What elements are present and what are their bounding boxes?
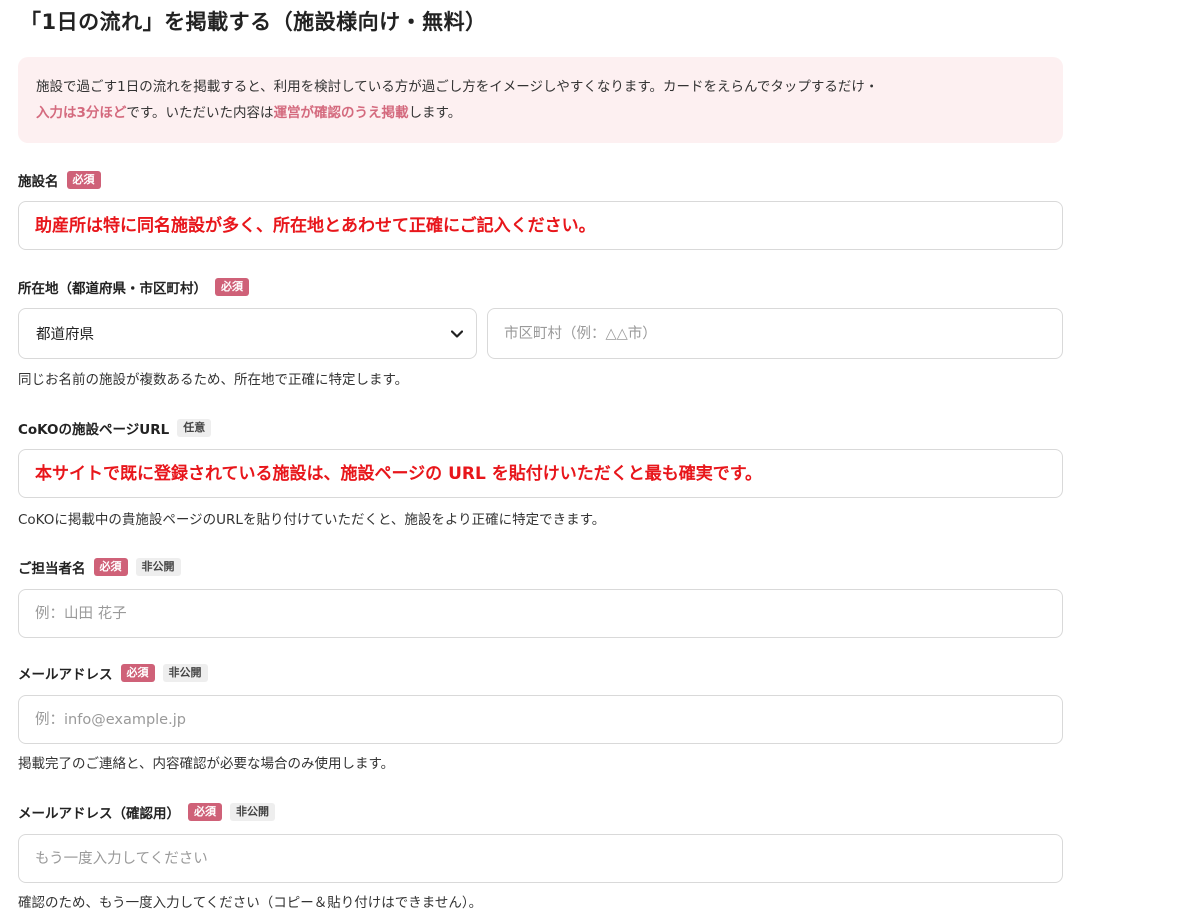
intro-text: 施設で過ごす1日の流れを掲載すると、利用を検討している方が過ごし方をイメージしや…: [36, 79, 879, 95]
facility-name-label: 施設名 必須: [18, 170, 101, 190]
location-help: 同じお名前の施設が複数あるため、所在地で正確に特定します。: [18, 372, 409, 388]
required-badge: 必須: [120, 664, 155, 682]
private-badge: 非公開: [162, 664, 208, 682]
coko-url-label: CoKOの施設ページURL 任意: [18, 418, 212, 438]
page-title: 「1日の流れ」を掲載する（施設様向け・無料）: [20, 10, 487, 34]
intro-text-mid: です。いただいた内容は: [126, 105, 274, 121]
email-confirm-label-text: メールアドレス（確認用）: [18, 806, 180, 822]
email-label-text: メールアドレス: [18, 667, 113, 683]
contact-name-input[interactable]: [18, 589, 1063, 638]
chevron-down-icon: [450, 327, 464, 341]
email-confirm-help: 確認のため、もう一度入力してください（コピー＆貼り付けはできません）。: [18, 895, 483, 911]
required-badge: 必須: [188, 803, 222, 821]
email-help: 掲載完了のご連絡と、内容確認が必要な場合のみ使用します。: [18, 756, 395, 772]
required-badge: 必須: [66, 171, 101, 189]
optional-badge: 任意: [177, 419, 212, 437]
email-label: メールアドレス 必須 非公開: [18, 663, 208, 683]
facility-name-input[interactable]: [18, 201, 1063, 250]
coko-url-label-text: CoKOの施設ページURL: [18, 422, 170, 438]
intro-notice: 施設で過ごす1日の流れを掲載すると、利用を検討している方が過ごし方をイメージしや…: [18, 57, 1063, 143]
email-confirm-label: メールアドレス（確認用） 必須 非公開: [18, 802, 275, 822]
private-badge: 非公開: [230, 803, 275, 821]
location-label-text: 所在地（都道府県・市区町村）: [18, 281, 207, 297]
facility-name-label-text: 施設名: [18, 174, 59, 190]
intro-highlight-review: 運営が確認のうえ掲載: [273, 105, 409, 121]
email-input[interactable]: [18, 695, 1063, 744]
prefecture-select[interactable]: 都道府県: [18, 308, 477, 359]
private-badge: 非公開: [135, 558, 181, 576]
required-badge: 必須: [215, 278, 249, 296]
prefecture-select-value: 都道府県: [36, 327, 94, 343]
coko-url-input[interactable]: [18, 449, 1063, 498]
city-input[interactable]: [487, 308, 1063, 359]
contact-name-label-text: ご担当者名: [18, 561, 86, 577]
intro-highlight-time: 入力は3分ほど: [36, 105, 127, 121]
email-confirm-input[interactable]: [18, 834, 1063, 883]
intro-text-end: します。: [408, 105, 462, 121]
location-label: 所在地（都道府県・市区町村） 必須: [18, 277, 249, 297]
required-badge: 必須: [93, 558, 128, 576]
coko-url-help: CoKOに掲載中の貴施設ページのURLを貼り付けていただくと、施設をより正確に特…: [18, 512, 606, 528]
contact-name-label: ご担当者名 必須 非公開: [18, 557, 181, 577]
